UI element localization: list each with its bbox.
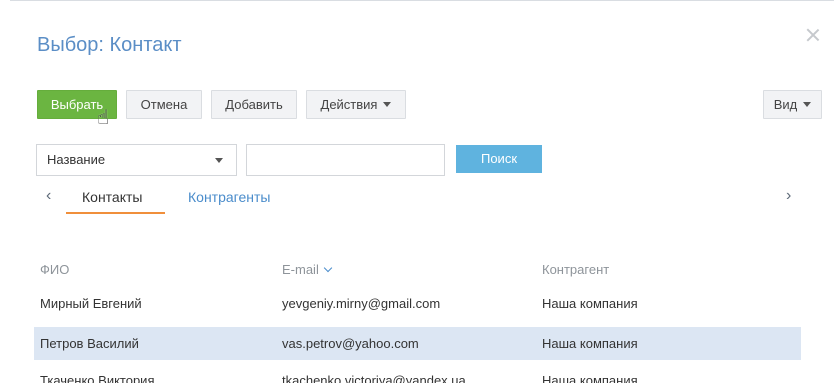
column-header-email[interactable]: E-mail	[282, 262, 333, 278]
view-button[interactable]: Вид	[763, 90, 822, 119]
tabs-prev-icon[interactable]: ‹	[46, 186, 51, 206]
table-row[interactable]: Мирный Евгений yevgeniy.mirny@gmail.com …	[34, 287, 801, 320]
search-field-select[interactable]: Название	[36, 144, 237, 176]
close-icon[interactable]	[804, 26, 822, 44]
row-email: tkachenko.victoriya@yandex.ua	[282, 373, 466, 383]
actions-button[interactable]: Действия	[306, 90, 406, 119]
tab-accounts[interactable]: Контрагенты	[188, 188, 270, 206]
row-name: Ткаченко Виктория	[40, 373, 155, 383]
row-account: Наша компания	[542, 373, 638, 383]
active-tab-indicator	[66, 212, 165, 214]
table-row[interactable]: Петров Василий vas.petrov@yahoo.com Наша…	[34, 327, 801, 360]
row-email: vas.petrov@yahoo.com	[282, 336, 419, 351]
column-header-email-label: E-mail	[282, 262, 319, 277]
select-contact-dialog: Выбор: Контакт Выбрать Отмена Добавить Д…	[0, 0, 834, 383]
search-field-value: Название	[47, 152, 106, 167]
row-name: Петров Василий	[40, 336, 139, 351]
select-button[interactable]: Выбрать	[37, 90, 117, 119]
cancel-button[interactable]: Отмена	[126, 90, 202, 119]
row-email: yevgeniy.mirny@gmail.com	[282, 296, 441, 311]
tabs-next-icon[interactable]: ›	[786, 186, 791, 206]
tab-contacts[interactable]: Контакты	[82, 188, 142, 206]
actions-button-label: Действия	[320, 97, 378, 112]
chevron-down-icon	[803, 102, 812, 107]
search-input[interactable]	[246, 144, 445, 176]
chevron-down-icon	[383, 102, 392, 107]
search-button[interactable]: Поиск	[456, 145, 542, 173]
view-button-label: Вид	[773, 97, 798, 112]
table-row[interactable]: Ткаченко Виктория tkachenko.victoriya@ya…	[34, 364, 801, 383]
column-header-account[interactable]: Контрагент	[542, 262, 609, 278]
row-account: Наша компания	[542, 336, 638, 351]
row-account: Наша компания	[542, 296, 638, 311]
row-name: Мирный Евгений	[40, 296, 142, 311]
add-button[interactable]: Добавить	[211, 90, 297, 119]
chevron-down-icon	[215, 158, 223, 163]
column-header-name[interactable]: ФИО	[40, 262, 69, 278]
dialog-title: Выбор: Контакт	[37, 34, 182, 56]
sort-desc-icon	[323, 263, 333, 273]
